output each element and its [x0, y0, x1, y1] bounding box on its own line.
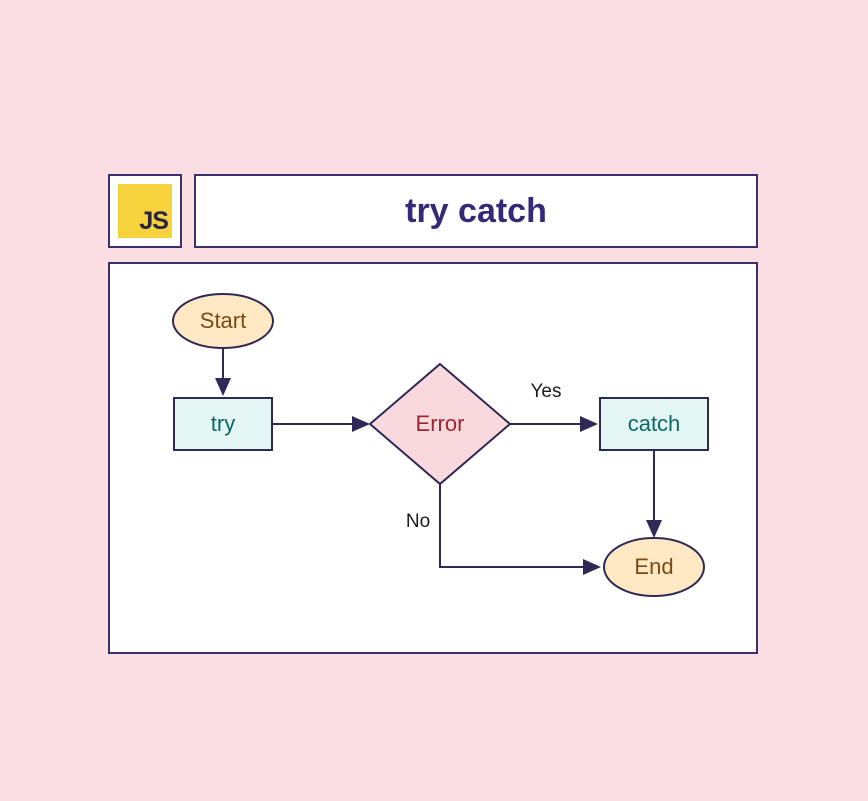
- header-row: JS try catch: [108, 174, 758, 248]
- try-label: try: [211, 411, 235, 436]
- yes-label: Yes: [531, 381, 562, 402]
- flowchart-container: Start try Error Yes catch No: [108, 262, 758, 654]
- catch-label: catch: [628, 411, 681, 436]
- start-label: Start: [200, 308, 246, 333]
- title-frame: try catch: [194, 174, 758, 248]
- error-label: Error: [416, 411, 465, 436]
- logo-text: JS: [139, 207, 168, 236]
- logo-frame: JS: [108, 174, 182, 248]
- page-title: try catch: [405, 192, 547, 231]
- no-label: No: [406, 511, 430, 532]
- flowchart-svg: Start try Error Yes catch No: [110, 264, 756, 652]
- end-label: End: [634, 554, 673, 579]
- arrow-error-no-to-end: [440, 484, 599, 567]
- diagram-card: JS try catch Start try E: [108, 174, 758, 654]
- js-logo-icon: JS: [118, 184, 172, 238]
